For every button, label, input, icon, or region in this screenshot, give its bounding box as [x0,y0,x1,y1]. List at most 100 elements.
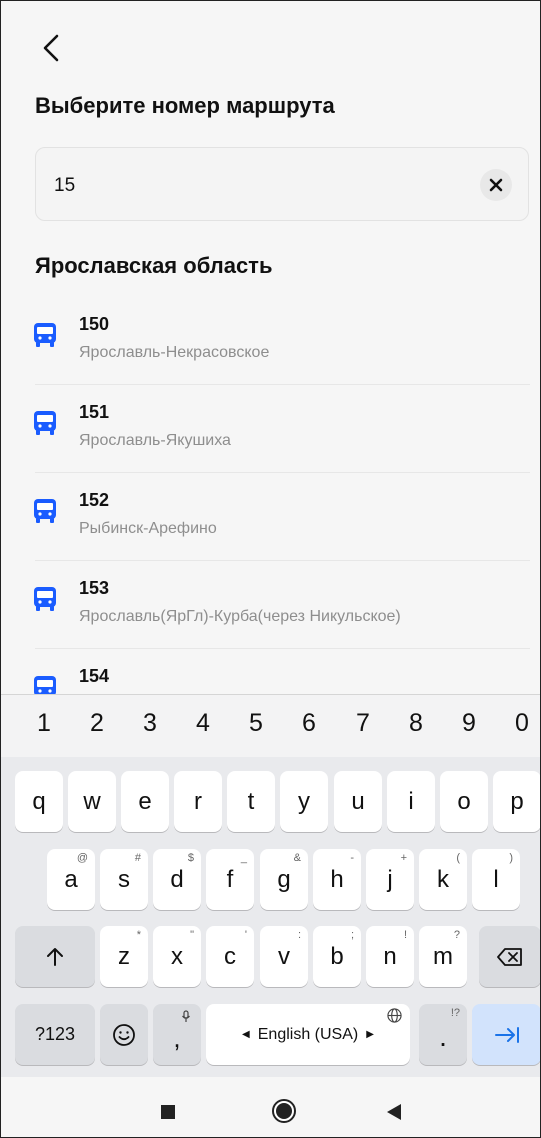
system-nav-bar [1,1077,540,1137]
key-label: , [173,1023,181,1053]
key-j[interactable]: j + [366,849,414,910]
route-item-152[interactable]: 152 Рыбинск-Арефино [1,473,540,561]
comma-key[interactable]: , [153,1004,201,1065]
home-button[interactable] [269,1096,299,1126]
key-8[interactable]: 8 [401,709,431,738]
key-label: s [118,865,130,893]
key-label: g [277,865,291,893]
key-label: h [330,865,344,893]
key-2[interactable]: 2 [82,709,112,738]
key-1[interactable]: 1 [29,709,59,738]
key-w[interactable]: w [68,771,116,832]
route-name: Рыбинск-Арефино [79,520,217,537]
key-hint: # [134,852,141,864]
key-v[interactable]: v: [260,926,308,987]
key-hint: " [190,929,194,941]
number-row: 1 2 3 4 5 6 7 8 9 0 [1,695,540,757]
key-label: l [493,865,499,893]
key-k[interactable]: k( [419,849,467,910]
left-arrow-icon: ◀ [242,1029,250,1040]
page-title: Выберите номер маршрута [35,93,335,118]
shift-key[interactable] [15,926,95,987]
key-3[interactable]: 3 [135,709,165,738]
bus-icon [34,676,56,694]
key-0[interactable]: 0 [507,709,537,738]
emoji-key[interactable] [100,1004,148,1065]
key-h[interactable]: h- [313,849,361,910]
key-u[interactable]: u [334,771,382,832]
key-5[interactable]: 5 [241,709,271,738]
keyboard: 1 2 3 4 5 6 7 8 9 0 q w e r t y u i o p … [1,694,540,1078]
key-q[interactable]: q [15,771,63,832]
back-nav-button[interactable] [383,1101,405,1123]
key-l[interactable]: l) [472,849,520,910]
region-heading: Ярославская область [35,253,273,278]
back-button[interactable] [37,31,65,65]
key-y[interactable]: y [280,771,328,832]
key-i[interactable]: i [387,771,435,832]
key-z[interactable]: z * [100,926,148,987]
route-item-151[interactable]: 151 Ярославль-Якушиха [1,385,540,473]
route-search-screen: Выберите номер маршрута Ярославская обла… [1,1,540,694]
key-o[interactable]: o [440,771,488,832]
key-label: d [170,865,184,893]
route-number: 152 [79,490,110,510]
bus-icon [34,411,56,435]
key-label: c [224,942,236,970]
key-a[interactable]: a @ [47,849,95,910]
backspace-key[interactable] [479,926,540,987]
route-name: Ярославль-Якушиха [79,432,231,449]
key-hint: + [400,852,407,864]
key-label: j [387,865,393,893]
enter-key[interactable] [472,1004,540,1065]
space-key[interactable]: ◀ English (USA) ▶ [206,1004,410,1065]
microphone-icon [182,1010,190,1022]
key-hint: ' [244,929,247,941]
key-f[interactable]: f _ [206,849,254,910]
key-m[interactable]: m? [419,926,467,987]
key-hint: & [293,852,301,864]
key-p[interactable]: p [493,771,540,832]
key-hint: ? [453,929,460,941]
recents-button[interactable] [159,1103,177,1121]
key-4[interactable]: 4 [188,709,218,738]
clear-search-button[interactable] [480,169,512,201]
route-item-154[interactable]: 154 [1,649,540,694]
key-n[interactable]: n! [366,926,414,987]
route-number: 154 [79,666,110,686]
key-d[interactable]: d $ [153,849,201,910]
key-label: a [64,865,78,893]
search-input[interactable] [52,170,476,202]
key-hint: @ [76,852,88,864]
key-g[interactable]: g & [260,849,308,910]
key-x[interactable]: x " [153,926,201,987]
key-e[interactable]: e [121,771,169,832]
key-7[interactable]: 7 [348,709,378,738]
key-s[interactable]: s # [100,849,148,910]
space-label: English (USA) [257,1025,359,1043]
close-icon [489,178,503,192]
key-9[interactable]: 9 [454,709,484,738]
search-box[interactable] [35,147,529,221]
key-c[interactable]: c ' [206,926,254,987]
screen: Выберите номер маршрута Ярославская обла… [0,0,541,1138]
bus-icon [34,587,56,611]
key-r[interactable]: r [174,771,222,832]
route-number: 151 [79,402,110,422]
tab-arrow-icon [494,1026,519,1043]
key-t[interactable]: t [227,771,275,832]
period-key[interactable]: . !? [419,1004,467,1065]
smiley-icon [113,1023,135,1046]
key-b[interactable]: b; [313,926,361,987]
route-item-153[interactable]: 153 Ярославль(ЯрГл)-Курба(через Никульск… [1,561,540,649]
key-label: b [330,942,344,970]
key-6[interactable]: 6 [294,709,324,738]
shift-arrow-icon [47,947,63,966]
route-list: 150 Ярославль-Некрасовское 151 Ярославль… [1,297,540,694]
key-hint: ) [509,852,513,864]
chevron-left-icon [43,34,59,62]
route-item-150[interactable]: 150 Ярославль-Некрасовское [1,297,540,385]
symbols-key[interactable]: ?123 [15,1004,95,1065]
route-number: 153 [79,578,110,598]
key-hint: $ [187,852,194,864]
